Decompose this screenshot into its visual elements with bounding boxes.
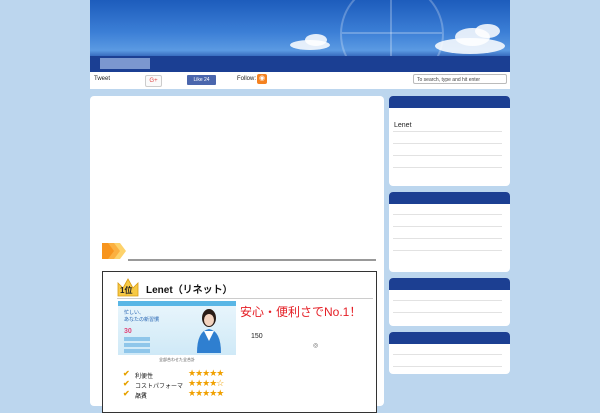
- widget-divider: [393, 238, 502, 239]
- widget-divider: [393, 250, 502, 251]
- ad-caption: 全部合わせた全合計: [159, 357, 195, 362]
- follow-label: Follow:: [237, 76, 257, 82]
- sidebar-widget: Lenet: [389, 96, 510, 186]
- ad-badge: [124, 343, 150, 347]
- rating-label: 品質: [135, 394, 148, 400]
- model-photo: [197, 309, 221, 353]
- ad-badge: [124, 349, 150, 353]
- rank-number: 150: [251, 333, 263, 340]
- widget-divider: [393, 131, 502, 132]
- sidebar-widget: [389, 192, 510, 272]
- widget-divider: [393, 312, 502, 313]
- search-input[interactable]: To search, type and hit enter: [413, 74, 507, 84]
- sidebar-link-lenet[interactable]: Lenet: [394, 122, 412, 129]
- widget-header: [389, 332, 510, 344]
- widget-header: [389, 278, 510, 290]
- ad-text: あなたの新習慣: [124, 317, 160, 323]
- rss-icon[interactable]: ◉: [257, 74, 267, 84]
- check-icon: ✔: [123, 369, 130, 378]
- rank-label: 1位: [120, 286, 133, 295]
- info-icon: ◎: [313, 343, 319, 349]
- site-logo[interactable]: [100, 58, 150, 69]
- ranking-card: 1位 Lenet（リネット） 忙しい、 あなたの新習慣 30 全部合わせた全合計…: [102, 271, 377, 413]
- facebook-like-button[interactable]: Like 24: [187, 75, 216, 85]
- widget-header: [389, 192, 510, 204]
- social-bar: Tweet G+ Like 24 Follow: ◉ To search, ty…: [90, 72, 510, 89]
- ad-badge: [124, 337, 150, 341]
- widget-divider: [393, 226, 502, 227]
- widget-divider: [393, 300, 502, 301]
- header-band: [90, 56, 510, 72]
- widget-header: [389, 96, 510, 108]
- gplus-button[interactable]: G+: [145, 75, 162, 87]
- heading-divider: [128, 259, 376, 261]
- widget-divider: [393, 366, 502, 367]
- widget-divider: [393, 167, 502, 168]
- cloud-decoration: [305, 34, 327, 46]
- arrow-heading-icon: [102, 243, 126, 259]
- sidebar-widget: [389, 332, 510, 374]
- widget-divider: [393, 155, 502, 156]
- widget-divider: [393, 214, 502, 215]
- catchphrase: 安心・便利さでNo.1！: [240, 305, 362, 319]
- widget-divider: [393, 354, 502, 355]
- tweet-button[interactable]: Tweet: [94, 76, 110, 82]
- widget-divider: [393, 143, 502, 144]
- ad-top-bar: [118, 301, 236, 306]
- site-header: [90, 0, 510, 72]
- ranking-divider: [117, 298, 373, 299]
- cloud-decoration: [475, 24, 500, 38]
- ad-text: 30: [124, 328, 132, 335]
- main-content: 1位 Lenet（リネット） 忙しい、 あなたの新習慣 30 全部合わせた全合計…: [90, 96, 384, 413]
- check-icon: ✔: [123, 389, 130, 398]
- ranking-title[interactable]: Lenet（リネット）: [146, 281, 233, 296]
- sidebar-widget: [389, 278, 510, 326]
- check-icon: ✔: [123, 379, 130, 388]
- rating-label: 利便性: [135, 374, 154, 380]
- ad-text: 忙しい、: [124, 310, 145, 316]
- ad-banner[interactable]: 忙しい、 あなたの新習慣 30: [118, 301, 236, 355]
- rating-stars: ★★★★★: [188, 388, 224, 398]
